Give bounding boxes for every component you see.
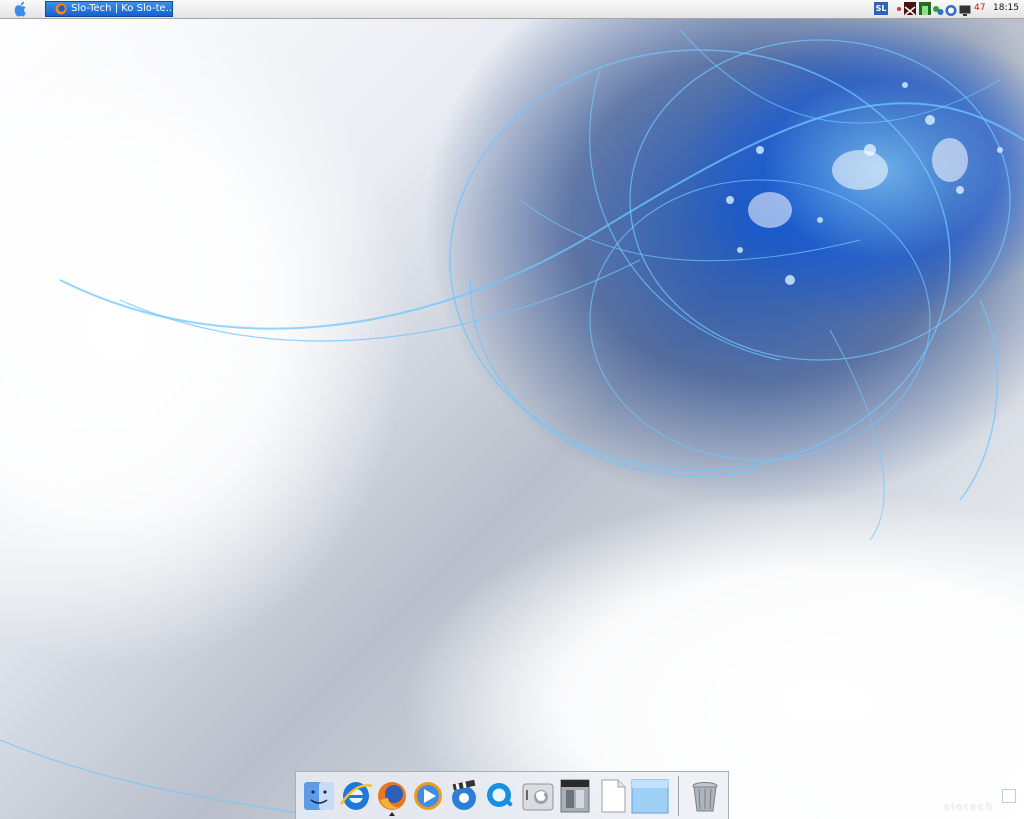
quicktime-icon[interactable] bbox=[483, 778, 517, 814]
wallpaper-swirls bbox=[0, 29, 1024, 819]
games-folder-icon[interactable] bbox=[558, 778, 592, 814]
mail-icon[interactable] bbox=[904, 2, 916, 16]
dock-separator bbox=[678, 776, 679, 816]
top-taskbar: Slo-Tech | Ko Slo-te... SL 47 18:15 bbox=[0, 0, 1024, 19]
finder-icon[interactable] bbox=[302, 778, 336, 814]
task-title: Slo-Tech | Ko Slo-te... bbox=[71, 3, 173, 14]
globe-icon[interactable] bbox=[945, 2, 957, 16]
network-icon[interactable] bbox=[932, 2, 944, 15]
internet-explorer-icon[interactable] bbox=[339, 778, 373, 814]
dock bbox=[295, 771, 729, 819]
monitor-icon[interactable] bbox=[959, 2, 971, 16]
language-indicator[interactable]: SL bbox=[874, 2, 888, 15]
folder-icon[interactable] bbox=[630, 778, 670, 814]
trash-icon[interactable] bbox=[688, 778, 722, 814]
notification-dot-icon bbox=[897, 7, 901, 11]
messenger-icon[interactable] bbox=[919, 2, 931, 15]
running-indicator-icon bbox=[389, 812, 395, 816]
firefox-icon bbox=[55, 3, 67, 15]
apple-menu-icon[interactable] bbox=[12, 1, 30, 17]
clock[interactable]: 18:15 bbox=[993, 3, 1019, 13]
media-player-icon[interactable] bbox=[411, 778, 445, 814]
document-icon[interactable] bbox=[596, 778, 630, 814]
corner-box-icon bbox=[1002, 789, 1016, 803]
watermark: slotech bbox=[944, 802, 995, 813]
media-center-icon[interactable] bbox=[447, 778, 481, 814]
system-tray: SL 47 18:15 bbox=[864, 0, 1024, 18]
tray-counter[interactable]: 47 bbox=[974, 3, 985, 13]
firefox-icon[interactable] bbox=[375, 778, 409, 816]
desktop-wallpaper bbox=[0, 0, 1024, 819]
taskbar-button-slo-tech[interactable]: Slo-Tech | Ko Slo-te... bbox=[45, 1, 173, 17]
system-preferences-icon[interactable] bbox=[521, 778, 555, 814]
